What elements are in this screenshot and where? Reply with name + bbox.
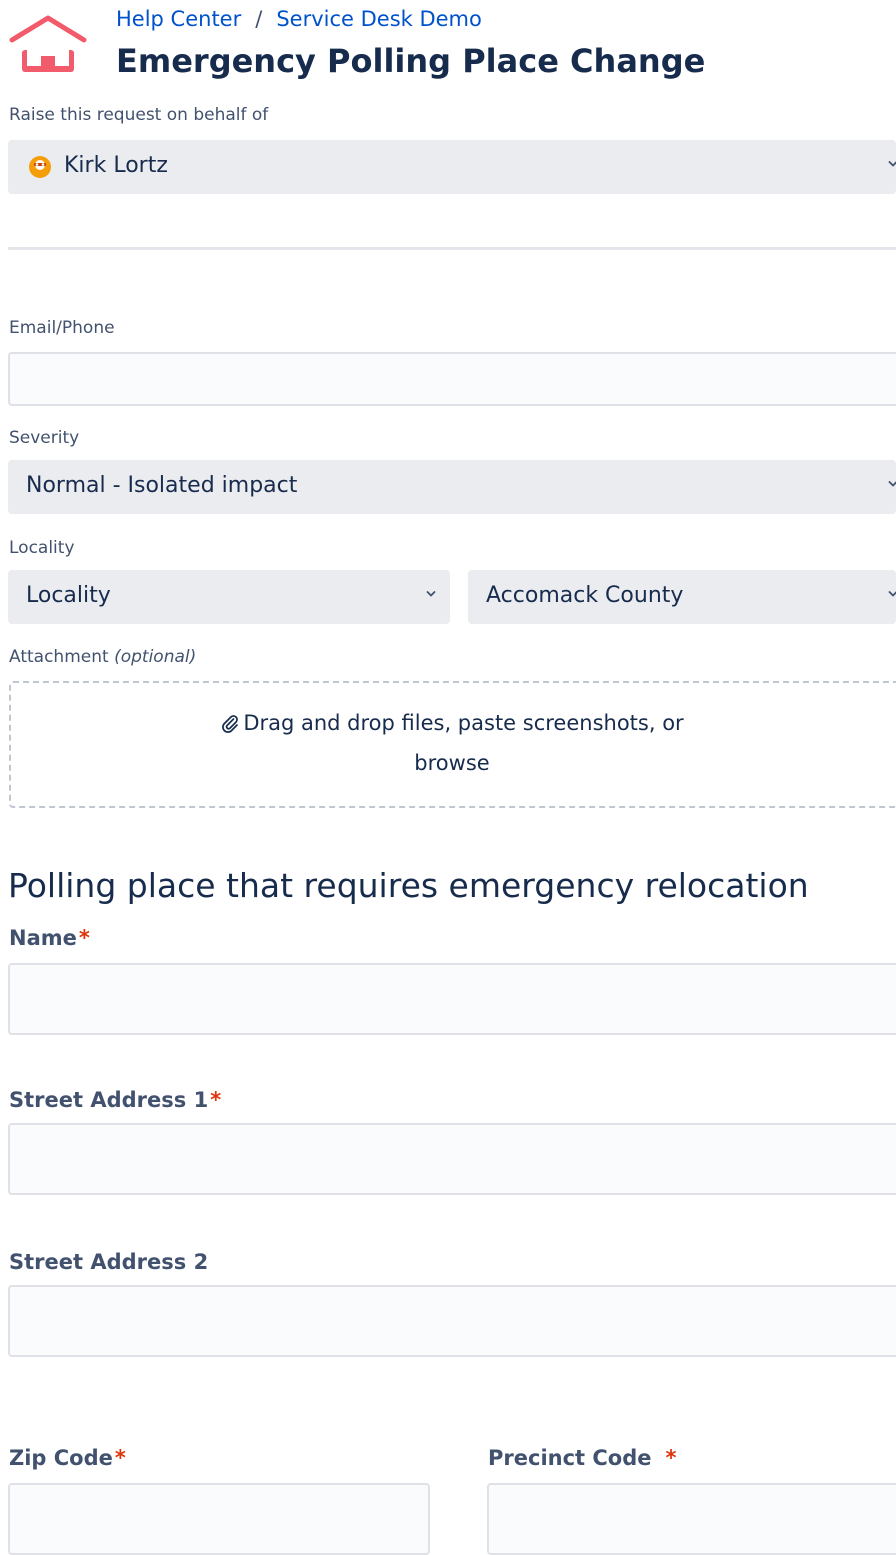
breadcrumb-service-desk-demo[interactable]: Service Desk Demo bbox=[276, 7, 482, 31]
severity-label: Severity bbox=[9, 428, 80, 448]
locality-type-select[interactable]: Locality bbox=[8, 570, 450, 624]
severity-value: Normal - Isolated impact bbox=[26, 473, 298, 498]
house-icon[interactable] bbox=[8, 12, 88, 78]
street-address-1-label-text: Street Address 1 bbox=[9, 1088, 209, 1112]
divider bbox=[8, 247, 896, 250]
dropzone-text: Drag and drop files, paste screenshots, … bbox=[243, 711, 684, 735]
attachment-dropzone[interactable]: Drag and drop files, paste screenshots, … bbox=[9, 681, 896, 808]
required-marker: * bbox=[210, 1088, 222, 1112]
email-phone-input[interactable] bbox=[8, 352, 896, 406]
breadcrumb-help-center[interactable]: Help Center bbox=[116, 7, 241, 31]
chevron-down-icon bbox=[888, 591, 896, 597]
severity-select[interactable]: Normal - Isolated impact bbox=[8, 460, 896, 514]
on-behalf-select[interactable]: Kirk Lortz bbox=[8, 140, 896, 194]
locality-label: Locality bbox=[9, 538, 75, 558]
attachment-label-text: Attachment bbox=[9, 647, 109, 667]
locality-county-value: Accomack County bbox=[486, 583, 684, 608]
chevron-down-icon bbox=[888, 481, 896, 487]
zip-code-input[interactable] bbox=[8, 1483, 430, 1555]
street-address-2-input[interactable] bbox=[8, 1285, 896, 1357]
on-behalf-label: Raise this request on behalf of bbox=[9, 105, 269, 125]
section-heading: Polling place that requires emergency re… bbox=[8, 866, 809, 905]
locality-type-value: Locality bbox=[26, 583, 111, 608]
zip-code-label: Zip Code* bbox=[9, 1446, 126, 1470]
precinct-code-label-text: Precinct Code bbox=[488, 1446, 652, 1470]
chevron-down-icon bbox=[426, 591, 436, 597]
user-avatar-icon bbox=[29, 156, 51, 178]
required-marker: * bbox=[665, 1446, 677, 1470]
name-label: Name* bbox=[9, 926, 90, 950]
name-input[interactable] bbox=[8, 963, 896, 1035]
name-label-text: Name bbox=[9, 926, 77, 950]
precinct-code-input[interactable] bbox=[487, 1483, 896, 1555]
browse-link[interactable]: browse bbox=[414, 751, 489, 775]
breadcrumb: Help Center / Service Desk Demo bbox=[116, 4, 482, 34]
attachment-label: Attachment (optional) bbox=[9, 647, 196, 667]
street-address-1-label: Street Address 1* bbox=[9, 1088, 221, 1112]
breadcrumb-separator: / bbox=[255, 7, 263, 31]
paperclip-icon bbox=[222, 715, 239, 733]
on-behalf-value: Kirk Lortz bbox=[64, 153, 168, 178]
page-title: Emergency Polling Place Change bbox=[116, 42, 706, 80]
locality-county-select[interactable]: Accomack County bbox=[468, 570, 896, 624]
required-marker: * bbox=[114, 1446, 126, 1470]
attachment-optional: (optional) bbox=[114, 647, 197, 667]
email-phone-label: Email/Phone bbox=[9, 318, 115, 338]
required-marker: * bbox=[78, 926, 90, 950]
dropzone-line: Drag and drop files, paste screenshots, … bbox=[11, 711, 893, 735]
street-address-2-label-text: Street Address 2 bbox=[9, 1250, 209, 1274]
chevron-down-icon bbox=[888, 161, 896, 167]
street-address-2-label: Street Address 2 bbox=[9, 1250, 208, 1274]
street-address-1-input[interactable] bbox=[8, 1123, 896, 1195]
zip-code-label-text: Zip Code bbox=[9, 1446, 113, 1470]
precinct-code-label: Precinct Code * bbox=[488, 1446, 676, 1470]
